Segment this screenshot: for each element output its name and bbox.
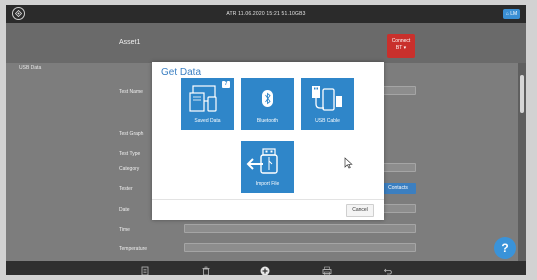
- import-file-tile[interactable]: Import File: [241, 141, 294, 193]
- field-label-time: Time: [119, 227, 130, 233]
- section-label: USB Data: [19, 65, 42, 71]
- back-icon[interactable]: [383, 263, 393, 275]
- field-label-tester: Tester: [119, 186, 133, 192]
- temperature-input[interactable]: [184, 243, 416, 252]
- help-button[interactable]: ?: [494, 237, 516, 259]
- usb-cable-icon: [301, 84, 354, 112]
- import-file-icon: [241, 147, 294, 175]
- saved-data-tile[interactable]: 7 Saved Data: [181, 78, 234, 130]
- saved-data-icon: [181, 84, 234, 112]
- usb-cable-label: USB Cable: [315, 118, 340, 124]
- scrollbar[interactable]: [518, 63, 526, 261]
- print-icon[interactable]: [322, 263, 332, 275]
- document-icon[interactable]: [140, 263, 150, 275]
- cancel-button[interactable]: Cancel: [346, 204, 374, 217]
- connect-label: Connect: [391, 38, 411, 44]
- time-input[interactable]: [184, 224, 416, 233]
- connect-sub-label: BT ▾: [395, 45, 407, 51]
- user-badge[interactable]: ⌂ LM: [503, 9, 520, 19]
- scroll-thumb[interactable]: [520, 75, 524, 113]
- bluetooth-label: Bluetooth: [256, 118, 279, 124]
- bluetooth-tile[interactable]: Bluetooth: [241, 78, 294, 130]
- dialog-title: Get Data: [161, 67, 202, 78]
- add-icon[interactable]: [260, 263, 270, 275]
- status-datetime: ATR 11.06.2020 15:21 51.10GB3: [226, 11, 306, 17]
- field-label-test-type: Test Type: [119, 151, 141, 157]
- mouse-cursor-icon: [344, 156, 353, 174]
- field-label-category: Category: [119, 166, 140, 172]
- connect-button[interactable]: Connect BT ▾: [387, 34, 415, 58]
- field-label-date: Date: [119, 207, 130, 213]
- field-label-test-name: Test Name: [119, 89, 143, 95]
- app-screen: ATR 11.06.2020 15:21 51.10GB3 ⌂ LM Asset…: [6, 5, 526, 275]
- page-header: Asset1 Connect BT ▾: [6, 23, 526, 63]
- import-file-label: Import File: [255, 181, 280, 187]
- saved-data-label: Saved Data: [194, 118, 221, 124]
- device-frame: ATR 11.06.2020 15:21 51.10GB3 ⌂ LM Asset…: [0, 0, 537, 280]
- get-data-dialog: Get Data 7 Saved Data Bluetooth USB Cabl…: [152, 62, 384, 220]
- field-label-test-graph: Test Graph: [119, 131, 144, 137]
- status-bar: ATR 11.06.2020 15:21 51.10GB3 ⌂ LM: [6, 5, 526, 23]
- trash-icon[interactable]: [201, 263, 211, 275]
- asset-title: Asset1: [119, 39, 141, 46]
- usb-cable-tile[interactable]: USB Cable: [301, 78, 354, 130]
- bluetooth-icon: [241, 84, 294, 112]
- dialog-divider: [152, 199, 384, 200]
- contacts-button[interactable]: Contacts: [380, 183, 416, 194]
- bottom-toolbar: [6, 261, 526, 275]
- field-label-temperature: Temperature: [119, 246, 148, 252]
